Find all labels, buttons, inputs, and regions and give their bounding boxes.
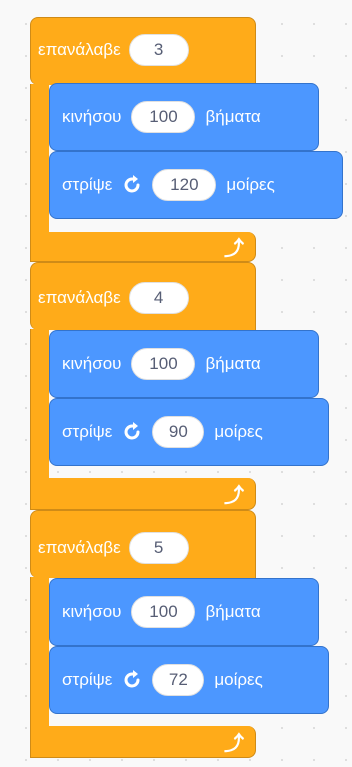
script-area[interactable]: επανάλαβε 3 ⤴ κινήσου 100 βήματα στρίψε … <box>0 0 352 767</box>
turn-degrees-input[interactable]: 120 <box>152 169 217 201</box>
move-block[interactable]: κινήσου 100 βήματα <box>49 578 319 646</box>
turn-degrees-input[interactable]: 90 <box>152 416 205 448</box>
move-label: κινήσου <box>62 354 122 373</box>
rotate-counterclockwise-icon <box>120 420 144 444</box>
turn-block[interactable]: στρίψε 72 μοίρες <box>49 646 329 714</box>
repeat-label: επανάλαβε <box>38 538 121 557</box>
turn-label: στρίψε <box>62 175 113 194</box>
move-unit-label: βήματα <box>205 107 261 126</box>
loop-arrow-icon: ⤴ <box>224 485 244 507</box>
turn-block[interactable]: στρίψε 120 μοίρες <box>49 151 343 219</box>
move-block[interactable]: κινήσου 100 βήματα <box>49 83 319 151</box>
repeat-label: επανάλαβε <box>38 40 121 59</box>
turn-label: στρίψε <box>62 422 113 441</box>
repeat-count-input[interactable]: 5 <box>128 532 189 564</box>
repeat-block-arm[interactable] <box>30 84 49 236</box>
repeat-block-footer[interactable] <box>30 232 256 262</box>
turn-block[interactable]: στρίψε 90 μοίρες <box>49 398 329 466</box>
move-steps-input[interactable]: 100 <box>131 101 196 133</box>
repeat-block-arm[interactable] <box>30 329 49 481</box>
repeat-block-footer[interactable] <box>30 726 256 758</box>
repeat-block-footer[interactable] <box>30 478 256 510</box>
repeat-label: επανάλαβε <box>38 288 121 307</box>
repeat-count-input[interactable]: 3 <box>128 34 189 66</box>
rotate-counterclockwise-icon <box>120 173 144 197</box>
move-steps-input[interactable]: 100 <box>131 348 196 380</box>
turn-label: στρίψε <box>62 670 113 689</box>
repeat-count-input[interactable]: 4 <box>128 282 189 314</box>
move-unit-label: βήματα <box>205 354 261 373</box>
repeat-block-arm[interactable] <box>30 577 49 729</box>
turn-unit-label: μοίρες <box>226 175 275 194</box>
move-unit-label: βήματα <box>205 602 261 621</box>
move-label: κινήσου <box>62 602 122 621</box>
turn-unit-label: μοίρες <box>214 670 263 689</box>
loop-arrow-icon: ⤴ <box>224 733 244 755</box>
move-block[interactable]: κινήσου 100 βήματα <box>49 330 319 398</box>
move-label: κινήσου <box>62 107 122 126</box>
turn-unit-label: μοίρες <box>214 422 263 441</box>
loop-arrow-icon: ⤴ <box>224 238 244 260</box>
rotate-counterclockwise-icon <box>120 668 144 692</box>
move-steps-input[interactable]: 100 <box>131 596 196 628</box>
turn-degrees-input[interactable]: 72 <box>152 664 205 696</box>
